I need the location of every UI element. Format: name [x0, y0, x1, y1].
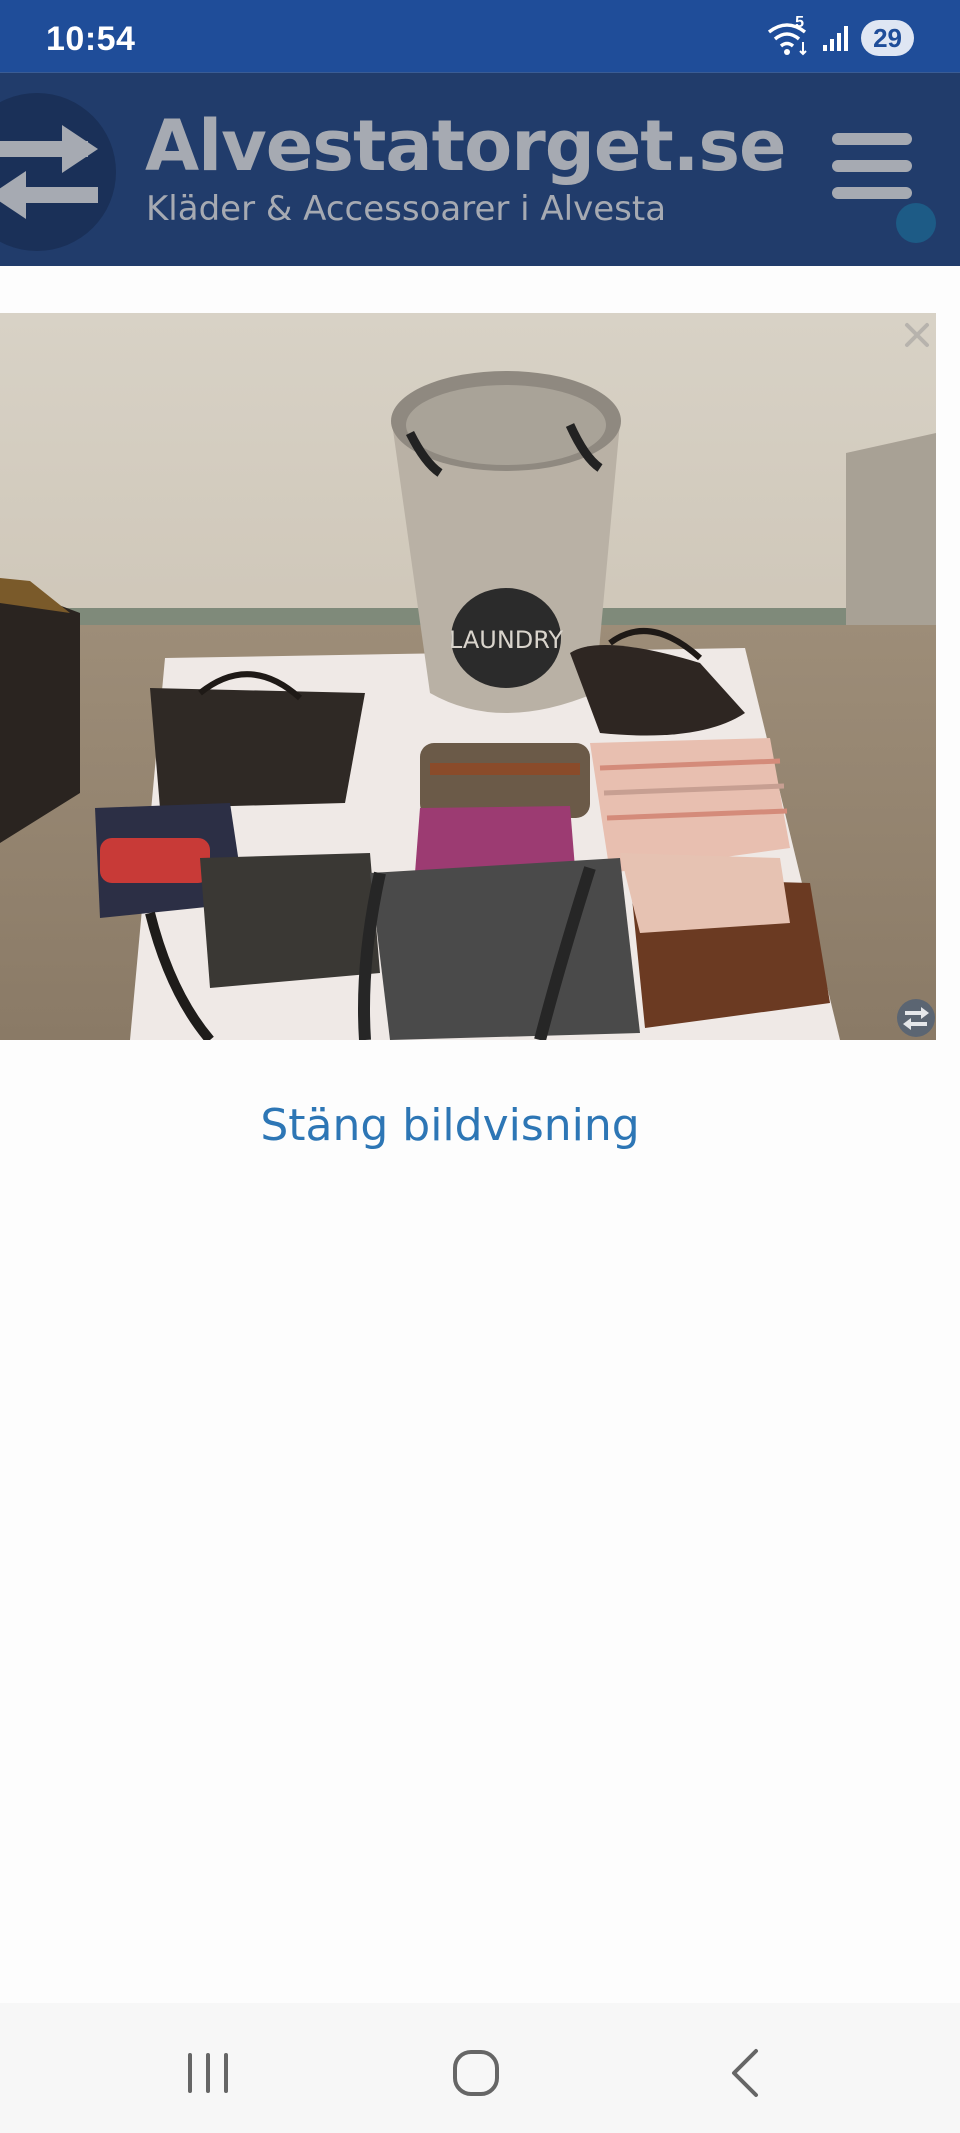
menu-button[interactable] [820, 133, 950, 253]
signal-icon [821, 23, 851, 53]
hamburger-menu-icon [832, 133, 912, 145]
close-icon[interactable] [902, 320, 932, 350]
basket-print: LAUNDRY [449, 626, 563, 654]
status-icons: 5 29 [767, 14, 914, 58]
gallery-photo-illustration: LAUNDRY [0, 313, 936, 1040]
wifi-badge: 5 [795, 14, 804, 31]
hamburger-bar [832, 187, 912, 199]
status-bar: 10:54 5 29 [0, 0, 960, 72]
notification-dot [896, 203, 936, 243]
site-title[interactable]: Alvestatorget.se [145, 105, 786, 187]
back-icon[interactable] [716, 2043, 776, 2103]
site-subtitle: Kläder & Accessoarer i Alvesta [146, 189, 667, 229]
logo[interactable] [0, 93, 116, 251]
swap-arrows-icon [0, 125, 98, 219]
home-icon[interactable] [446, 2043, 506, 2103]
wifi-icon: 5 [767, 14, 811, 56]
status-time: 10:54 [46, 20, 136, 58]
close-gallery-link[interactable]: Stäng bildvisning [0, 1100, 900, 1151]
gallery-image[interactable]: LAUNDRY [0, 313, 936, 1040]
hamburger-bar [832, 160, 912, 172]
system-nav-bar [0, 2003, 960, 2133]
site-header: Alvestatorget.se Kläder & Accessoarer i … [0, 72, 960, 266]
recent-apps-icon[interactable] [178, 2043, 238, 2103]
swap-icon[interactable] [896, 998, 936, 1038]
battery-icon: 29 [861, 20, 914, 56]
